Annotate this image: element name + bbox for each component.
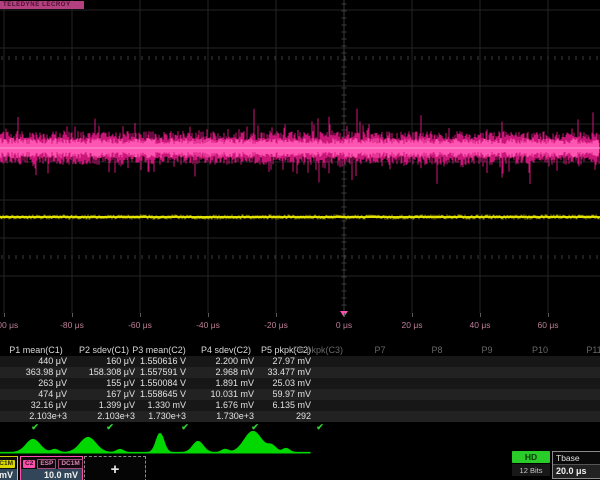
measure-value-cell: 1.891 mV: [215, 378, 254, 389]
time-axis-tick: [208, 313, 209, 317]
measure-value-cell: 27.97 mV: [272, 356, 311, 367]
time-axis-tick: [4, 313, 5, 317]
measure-value-cell: 25.03 mV: [272, 378, 311, 389]
measure-header-3[interactable]: P3 mean(C2): [132, 345, 186, 356]
timebase-title: Tbase: [553, 452, 600, 465]
measure-header-2[interactable]: P2 sdev(C1): [79, 345, 129, 356]
hd-bits-label: 12 Bits: [512, 464, 550, 476]
time-axis-label: -80 μs: [50, 320, 94, 330]
add-channel-button[interactable]: +: [84, 456, 146, 480]
measure-value-cell: 1.676 mV: [215, 400, 254, 411]
time-axis-tick: [412, 313, 413, 317]
measure-value-cell: 292: [296, 411, 311, 422]
measure-header-dim[interactable]: P8: [431, 345, 442, 356]
measure-value-cell: 2.968 mV: [215, 367, 254, 378]
waveform-grid: [0, 0, 600, 313]
measure-value-cell: 1.730e+3: [148, 411, 186, 422]
oscilloscope-screen: TELEDYNE LECROY -100 μs -80 μs -60 μs -40 μ…: [0, 0, 600, 480]
measure-value-cell: 2.103e+3: [29, 411, 67, 422]
measure-value-cell: 33.477 mV: [267, 367, 311, 378]
measure-value-cell: 440 μV: [38, 356, 67, 367]
measure-value-cell: 1.399 μV: [99, 400, 135, 411]
table-row: 2.103e+3 2.103e+3 1.730e+3 1.730e+3 292: [0, 411, 600, 422]
measure-value-cell: 10.031 mV: [210, 389, 254, 400]
table-row: 263 μV 155 μV 1.550084 V 1.891 mV 25.03 mV: [0, 378, 600, 389]
channel-c2-descriptor[interactable]: C2 ESP DC1M 10.0 mV: [20, 456, 83, 480]
time-axis-label: 20 μs: [390, 320, 434, 330]
time-axis-tick: [548, 313, 549, 317]
plus-icon: +: [111, 461, 120, 478]
c2-coupling-badge: DC1M: [58, 459, 82, 469]
measure-value-cell: 6.135 mV: [272, 400, 311, 411]
measure-value-cell: 363.98 μV: [26, 367, 67, 378]
time-axis-tick: [72, 313, 73, 317]
measure-value-cell: 32.16 μV: [31, 400, 67, 411]
measure-value-cell: 474 μV: [38, 389, 67, 400]
measure-value-cell: 1.550084 V: [140, 378, 186, 389]
time-axis-tick: [140, 313, 141, 317]
time-axis-label: -20 μs: [254, 320, 298, 330]
measure-value-cell: 155 μV: [106, 378, 135, 389]
table-row: 474 μV 167 μV 1.558645 V 10.031 mV 59.97 mV: [0, 389, 600, 400]
measure-header-dim[interactable]: P10: [532, 345, 548, 356]
time-axis-label: 60 μs: [526, 320, 570, 330]
measure-header-4[interactable]: P4 sdev(C2): [201, 345, 251, 356]
measurement-table: P1 mean(C1) P2 sdev(C1)P3 mean(C2) P4 sdev…: [0, 345, 600, 433]
measure-value-cell: 59.97 mV: [272, 389, 311, 400]
c1-volts-div: 0 mV: [0, 469, 17, 480]
table-row: 363.98 μV 158.308 μV 1.557591 V 2.968 mV 33.…: [0, 367, 600, 378]
zoom-trace-path: [0, 431, 310, 453]
measure-value-cell: 1.557591 V: [140, 367, 186, 378]
measure-value-cell: 2.200 mV: [215, 356, 254, 367]
measure-value-cell: 1.550616 V: [140, 356, 186, 367]
c1-coupling-badge: DC1M: [0, 460, 15, 468]
measure-value-cell: 1.558645 V: [140, 389, 186, 400]
measure-header-dim[interactable]: P7: [374, 345, 385, 356]
table-row: 440 μV 160 μV 1.550616 V 2.200 mV 27.97 mV: [0, 356, 600, 367]
hd-mode-indicator[interactable]: HD 12 Bits: [512, 451, 550, 479]
hd-badge: HD: [512, 451, 550, 463]
measure-value-cell: 1.330 mV: [147, 400, 186, 411]
c2-mode-badge: ESP: [37, 459, 56, 469]
table-row: P1 mean(C1) P2 sdev(C1)P3 mean(C2) P4 sdev…: [0, 345, 600, 356]
measure-value-cell: 160 μV: [106, 356, 135, 367]
time-axis-tick: [344, 313, 345, 317]
bottom-toolbar: DC1M 0 mV C2 ESP DC1M 10.0 mV + HD 12 Bi…: [0, 451, 600, 480]
timebase-value: 20.0 μs: [553, 465, 600, 478]
trace-annotation-badge: TELEDYNE LECROY: [0, 1, 84, 9]
c2-label-badge: C2: [23, 460, 35, 468]
measure-value-cell: 158.308 μV: [89, 367, 135, 378]
time-axis-label: 40 μs: [458, 320, 502, 330]
measure-value-cell: 2.103e+3: [97, 411, 135, 422]
time-axis-label: -100 μs: [0, 320, 26, 330]
table-row: 32.16 μV 1.399 μV 1.330 mV 1.676 mV 6.135 mV: [0, 400, 600, 411]
measure-header-dim[interactable]: P6 pkpk(C3): [293, 345, 343, 356]
measure-header-1[interactable]: P1 mean(C1): [9, 345, 63, 356]
measure-value-cell: 263 μV: [38, 378, 67, 389]
measure-header-dim[interactable]: P9: [481, 345, 492, 356]
time-axis-label: -40 μs: [186, 320, 230, 330]
measure-header-dim[interactable]: P11: [586, 345, 600, 356]
c2-volts-div: 10.0 mV: [21, 469, 82, 480]
time-axis: -100 μs -80 μs -60 μs -40 μs -20 μs 0 μs 20 μs…: [0, 313, 600, 337]
time-axis-label: 0 μs: [322, 320, 366, 330]
measure-value-cell: 1.730e+3: [216, 411, 254, 422]
measure-value-cell: 167 μV: [106, 389, 135, 400]
channel-c1-descriptor[interactable]: DC1M 0 mV: [0, 456, 18, 480]
time-axis-tick: [480, 313, 481, 317]
time-axis-label: -60 μs: [118, 320, 162, 330]
timebase-descriptor[interactable]: Tbase 20.0 μs: [552, 451, 600, 479]
time-axis-tick: [276, 313, 277, 317]
